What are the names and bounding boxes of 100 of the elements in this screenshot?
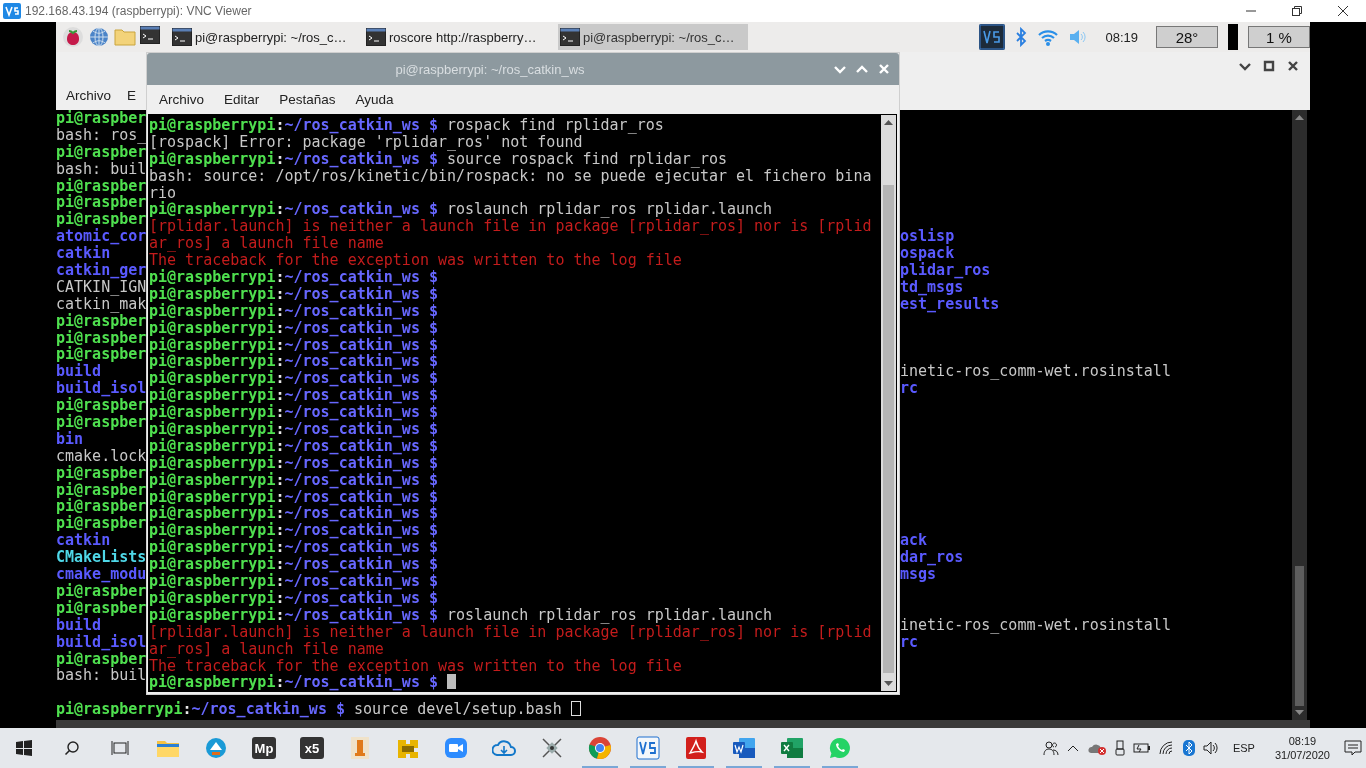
chat-bubble-icon: [828, 736, 852, 760]
usb-icon[interactable]: [1114, 740, 1125, 756]
bluetooth-icon[interactable]: [1015, 27, 1028, 47]
raspberry-icon[interactable]: [62, 26, 84, 48]
tile-icon: [348, 736, 372, 760]
taskbar-button[interactable]: roscore http://raspberry…: [364, 24, 554, 50]
close-icon: [1337, 5, 1349, 17]
excel-icon: [780, 736, 804, 760]
clock-time[interactable]: 08:19: [1288, 734, 1317, 748]
taskbar-button[interactable]: pi@raspberrypi: ~/ros_c…: [558, 24, 748, 50]
taskbar-app-button[interactable]: x5: [288, 728, 336, 768]
bluetooth-icon[interactable]: [1182, 740, 1195, 756]
menu-item[interactable]: Pestañas: [269, 92, 346, 107]
terminal-line: pi@raspberrypi:~/ros_catkin_ws $: [149, 539, 439, 557]
terminal-line: pi@raspberrypi:~/ros_catkin_ws $: [149, 556, 439, 574]
wifi-icon[interactable]: [1158, 741, 1175, 755]
terminal-line: atomic_cor: [56, 227, 147, 246]
terminal-line: bash: buil: [56, 159, 147, 178]
terminal-line: pi@raspber: [56, 514, 147, 533]
terminal-line: pi@raspberrypi:~/ros_catkin_ws $ roslaunch rplidar_ros rplidar.launch: [149, 201, 774, 219]
menu-item[interactable]: Ayuda: [345, 92, 404, 107]
terminal-line: [rplidar.launch] is neither a launch file in package [rplidar_ros] nor is [rplid: [149, 623, 873, 641]
vnc-icon[interactable]: [979, 24, 1006, 50]
caret-up-icon[interactable]: [1066, 744, 1079, 752]
globe-icon[interactable]: [88, 26, 110, 48]
terminal-line: The traceback for the exception was written to the log file: [149, 252, 683, 269]
terminal-line: pi@raspber: [56, 176, 147, 195]
terminal-line: [rospack] Error: package 'rplidar_ros' not found: [149, 133, 583, 151]
vnc-logo-icon: [3, 3, 21, 19]
terminal-line: catkin: [56, 244, 111, 263]
terminal-line: dar_ros: [900, 549, 964, 567]
terminal-line: ar_ros] a launch file name: [149, 235, 385, 253]
scroll-up-icon: [1295, 114, 1304, 120]
terminal-line: pi@raspber: [56, 142, 147, 161]
terminal-line: pi@raspberrypi:~/ros_catkin_ws $: [149, 285, 439, 303]
close-button[interactable]: [1286, 59, 1300, 73]
terminal-line: pi@raspber: [56, 480, 147, 499]
battery-icon[interactable]: [1132, 742, 1151, 754]
window-title: pi@raspberrypi: ~/ros_catkin_ws: [394, 61, 586, 77]
volume-icon[interactable]: [1202, 741, 1219, 755]
menu-item[interactable]: Editar: [214, 92, 270, 107]
clock-text: 08:19: [1105, 29, 1138, 45]
language-indicator[interactable]: ESP: [1232, 742, 1255, 754]
terminal-line: pi@raspberrypi:~/ros_catkin_ws $ source devel/setup.bash: [56, 701, 581, 719]
terminal-line: plidar_ros: [900, 262, 991, 279]
cpu-meter: 1 %: [1248, 26, 1310, 48]
terminal-line: pi@raspberrypi:~/ros_catkin_ws $: [149, 522, 439, 540]
terminal-line: bash: source: /opt/ros/kinetic/bin/rospack: no se puede ejecutar el fichero bina: [149, 167, 873, 185]
terminal-line: ar_ros] a launch file name: [149, 640, 385, 658]
terminal-line: rio: [149, 184, 177, 202]
terminal-line: CMakeLists: [56, 548, 147, 567]
terminal-line: est_results: [900, 295, 1000, 313]
terminal-line: pi@raspber: [56, 345, 147, 364]
terminal-line: pi@raspberrypi:~/ros_catkin_ws $: [149, 336, 439, 354]
task-view-icon: [111, 740, 129, 756]
terminal-line: pi@raspberrypi:~/ros_catkin_ws $: [149, 573, 439, 590]
terminal-icon: [366, 28, 386, 46]
terminal-line: cmake.lock: [56, 446, 147, 465]
terminal-line: pi@raspberrypi:~/ros_catkin_ws $: [149, 353, 439, 371]
scroll-down-icon: [1295, 710, 1304, 716]
terminal-line: rc: [900, 633, 919, 651]
terminal-line: pi@raspber: [56, 193, 147, 212]
clock-date[interactable]: 31/07/2020: [1274, 748, 1330, 762]
taskbar-app-button[interactable]: Mp: [240, 728, 288, 768]
people-icon[interactable]: [1042, 740, 1059, 756]
scrollbar[interactable]: [1292, 110, 1307, 720]
satellite-icon: [540, 736, 564, 760]
terminal-line: The traceback for the exception was written to the log file: [149, 657, 683, 675]
maximize-button[interactable]: [1262, 59, 1276, 73]
menu-item[interactable]: Archivo: [66, 87, 111, 103]
notifications-icon[interactable]: [1344, 740, 1362, 756]
terminal-line: build: [56, 362, 102, 381]
menu-item[interactable]: Archivo: [149, 92, 214, 107]
scrollbar-thumb[interactable]: [883, 185, 894, 673]
scrollbar-thumb[interactable]: [1295, 566, 1304, 706]
terminal-line: build_isol: [56, 379, 147, 398]
terminal-line: build_isol: [56, 632, 147, 651]
scroll-down-icon: [884, 681, 893, 687]
terminal-line: [rplidar.launch] is neither a launch file in package [rplidar_ros] nor is [rplid: [149, 218, 873, 236]
terminal-line: pi@raspber: [56, 649, 147, 668]
terminal-icon: [560, 28, 580, 46]
terminal-line: rc: [900, 380, 919, 398]
terminal-icon[interactable]: [140, 26, 160, 44]
window-title: 192.168.43.194 (raspberrypi): VNC Viewer: [25, 4, 252, 18]
terminal-line: inetic-ros_comm-wet.rosinstall: [900, 616, 1171, 634]
terminal-line: pi@raspberrypi:~/ros_catkin_ws $: [149, 387, 439, 405]
scrollbar[interactable]: [881, 115, 896, 691]
menu-item[interactable]: E: [127, 87, 137, 103]
terminal-line: inetic-ros_comm-wet.rosinstall: [900, 363, 1171, 381]
taskbar-button[interactable]: pi@raspberrypi: ~/ros_c…: [170, 24, 360, 50]
terminal-line: pi@raspber: [56, 110, 147, 127]
terminal-line: pi@raspberrypi:~/ros_catkin_ws $: [149, 421, 439, 438]
restore-icon: [1291, 5, 1303, 17]
terminal-line: pi@raspberrypi:~/ros_catkin_ws $: [149, 589, 439, 607]
terminal-line: pi@raspberrypi:~/ros_catkin_ws $: [149, 319, 439, 337]
terminal-line: pi@raspberrypi:~/ros_catkin_ws $: [149, 302, 439, 320]
video-camera-icon: [444, 736, 468, 760]
terminal-line: pi@raspberrypi:~/ros_catkin_ws $: [149, 454, 439, 472]
chrome-icon: [588, 736, 612, 760]
terminal-line: pi@raspberrypi:~/ros_catkin_ws $: [149, 505, 439, 523]
